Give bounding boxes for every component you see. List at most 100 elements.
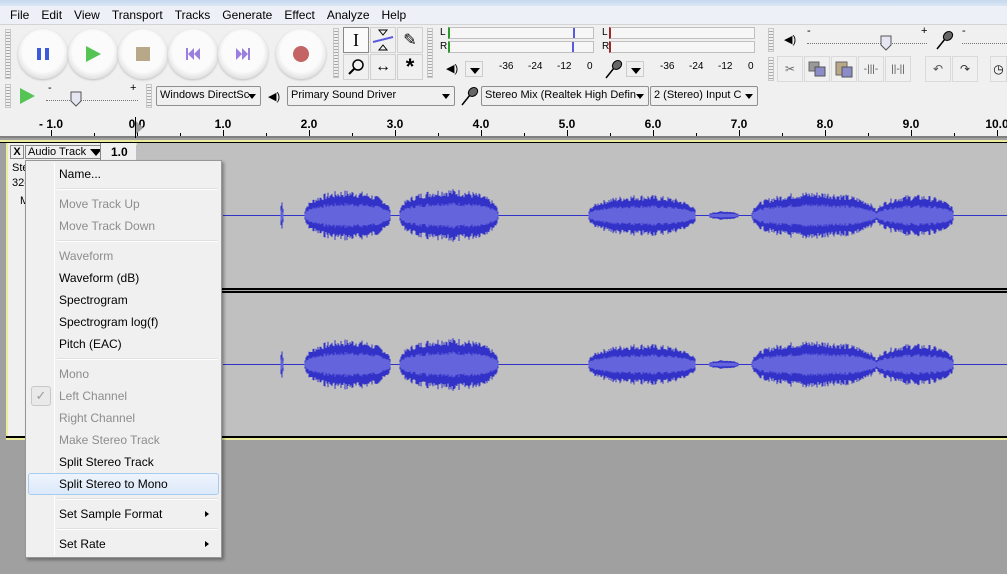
zoom-tool[interactable] <box>343 54 369 80</box>
menu-item-pitch-eac[interactable]: Pitch (EAC) <box>28 333 219 355</box>
right-channel-waveform[interactable] <box>137 293 1007 436</box>
device-toolbar-grip[interactable] <box>146 84 152 108</box>
menu-transport[interactable]: Transport <box>106 8 169 22</box>
skip-to-start-button[interactable] <box>168 29 218 79</box>
pause-button[interactable] <box>18 29 68 79</box>
input-channels-dropdown[interactable]: 2 (Stereo) Input C <box>650 86 758 106</box>
menu-item-set-sample-format[interactable]: Set Sample Format <box>28 503 219 525</box>
silence-icon: ||-|| <box>891 63 905 75</box>
vertical-scale[interactable]: 1.0 <box>100 143 136 161</box>
menu-item-set-rate[interactable]: Set Rate <box>28 533 219 555</box>
output-device-value: Primary Sound Driver <box>291 89 397 101</box>
volume-slider-thumb[interactable] <box>880 35 892 51</box>
edit-toolbar-grip[interactable] <box>768 57 774 81</box>
play-button[interactable] <box>68 29 118 79</box>
record-meter-left[interactable] <box>609 27 755 39</box>
playback-speed-slider[interactable] <box>46 100 138 101</box>
record-meter-menu-button[interactable] <box>626 61 644 77</box>
menu-view[interactable]: View <box>68 8 106 22</box>
stop-button[interactable] <box>118 29 168 79</box>
menu-item-split-stereo-track[interactable]: Split Stereo Track <box>28 451 219 473</box>
ruler-minor-tick <box>180 133 181 136</box>
speaker-icon: ◀) <box>784 34 797 46</box>
sync-lock-button[interactable]: ◷ <box>990 56 1007 82</box>
record-button[interactable] <box>276 29 326 79</box>
menu-item-waveform[interactable]: Waveform <box>28 245 219 267</box>
ruler-label: 7.0 <box>730 117 748 131</box>
menu-item-make-stereo-track[interactable]: Make Stereo Track <box>28 429 219 451</box>
menu-item-label: Waveform <box>59 249 114 263</box>
menu-generate[interactable]: Generate <box>216 8 278 22</box>
menu-item-waveform-db[interactable]: Waveform (dB) <box>28 267 219 289</box>
playback-meter-right[interactable] <box>448 41 594 53</box>
asterisk-icon: * <box>405 54 415 79</box>
ruler-major-tick <box>825 130 826 136</box>
speed-slider-thumb[interactable] <box>70 91 82 107</box>
microphone-icon <box>936 31 954 50</box>
envelope-tool[interactable] <box>370 27 396 53</box>
silence-button[interactable]: ||-|| <box>885 56 911 82</box>
paste-button[interactable] <box>831 56 857 82</box>
track-close-button[interactable]: X <box>10 145 24 159</box>
draw-tool[interactable]: ✎ <box>397 27 423 53</box>
menu-tracks[interactable]: Tracks <box>169 8 217 22</box>
menu-item-name[interactable]: Name... <box>28 163 219 185</box>
scale-top-label: 1.0 <box>111 145 128 159</box>
ruler-major-tick <box>911 130 912 136</box>
i-beam-icon: I <box>353 29 359 50</box>
output-device-dropdown[interactable]: Primary Sound Driver <box>287 86 455 106</box>
menu-file[interactable]: File <box>4 8 35 22</box>
input-device-dropdown[interactable]: Stereo Mix (Realtek High Defin <box>481 86 649 106</box>
playback-meter-menu-button[interactable] <box>465 61 483 77</box>
undo-button[interactable]: ↶ <box>925 56 951 82</box>
ruler-label: 5.0 <box>558 117 576 131</box>
left-channel-waveform[interactable] <box>137 143 1007 288</box>
menu-item-label: Spectrogram <box>59 293 128 307</box>
ruler-minor-tick <box>352 133 353 136</box>
playback-peak-right <box>572 42 574 52</box>
cut-button[interactable]: ✂ <box>777 56 803 82</box>
menu-item-left-channel[interactable]: Left Channel ✓ <box>28 385 219 407</box>
menu-effect[interactable]: Effect <box>278 8 320 22</box>
menu-item-split-stereo-to-mono[interactable]: Split Stereo to Mono <box>28 473 219 495</box>
record-volume-slider[interactable] <box>962 43 1007 44</box>
time-shift-tool[interactable]: ↔ <box>370 54 396 80</box>
menu-item-move-track-up[interactable]: Move Track Up <box>28 193 219 215</box>
skip-to-end-button[interactable] <box>218 29 268 79</box>
ruler-minor-tick <box>696 133 697 136</box>
menu-item-label: Left Channel <box>59 389 128 403</box>
copy-button[interactable] <box>804 56 830 82</box>
multi-tool[interactable]: * <box>397 54 423 80</box>
meter-toolbar-grip[interactable] <box>427 28 433 78</box>
record-meter-right[interactable] <box>609 41 755 53</box>
playback-volume-slider[interactable] <box>807 43 927 44</box>
transcription-toolbar-grip[interactable] <box>5 84 11 108</box>
menu-item-spectrogram-log-f[interactable]: Spectrogram log(f) <box>28 311 219 333</box>
ruler-major-tick <box>567 130 568 136</box>
chevron-down-icon <box>636 94 644 99</box>
mixer-toolbar-grip[interactable] <box>768 28 774 52</box>
skip-to-start-icon <box>186 48 200 60</box>
menu-item-move-track-down[interactable]: Move Track Down <box>28 215 219 237</box>
input-device-value: Stereo Mix (Realtek High Defin <box>485 89 637 101</box>
skip-to-end-icon <box>236 48 250 60</box>
menu-edit[interactable]: Edit <box>35 8 68 22</box>
transport-toolbar-grip[interactable] <box>5 29 11 79</box>
menu-help[interactable]: Help <box>376 8 413 22</box>
selection-tool[interactable]: I <box>343 27 369 53</box>
play-at-speed-button[interactable] <box>18 87 36 105</box>
menu-item-spectrogram[interactable]: Spectrogram <box>28 289 219 311</box>
audio-host-dropdown[interactable]: Windows DirectSc <box>156 86 261 106</box>
menu-item-mono[interactable]: Mono <box>28 363 219 385</box>
tools-toolbar-grip[interactable] <box>333 28 339 78</box>
menu-item-right-channel[interactable]: Right Channel <box>28 407 219 429</box>
redo-button[interactable]: ↷ <box>952 56 978 82</box>
menu-separator <box>57 358 218 360</box>
menu-separator <box>57 528 218 530</box>
speed-minus: - <box>48 82 52 94</box>
track-name-menu-button[interactable]: Audio Track <box>25 145 107 159</box>
playback-meter-left[interactable] <box>448 27 594 39</box>
timeline-ruler[interactable]: - 1.00.01.02.03.04.05.06.07.08.09.010.0 <box>0 111 1007 138</box>
menu-analyze[interactable]: Analyze <box>321 8 376 22</box>
trim-button[interactable]: -|||- <box>858 56 884 82</box>
